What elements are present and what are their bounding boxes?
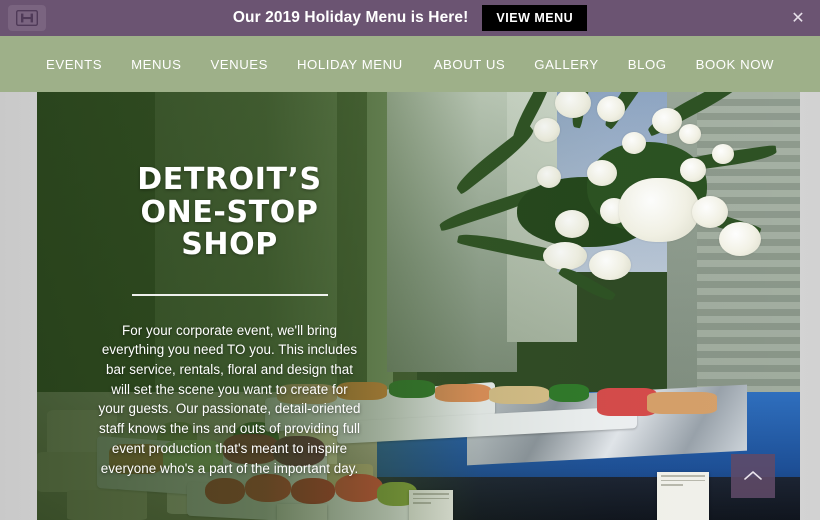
promo-content: Our 2019 Holiday Menu is Here! VIEW MENU [232,5,588,31]
nav-item-venues[interactable]: VENUES [210,57,268,72]
chevron-up-icon [744,471,762,480]
nav-links-right: ABOUT US GALLERY BLOG BOOK NOW [434,57,774,72]
hero-section: DETROIT’S ONE-STOP SHOP For your corpora… [37,92,800,520]
hero-paragraph: For your corporate event, we'll bring ev… [98,322,361,476]
nav-item-menus[interactable]: MENUS [131,57,181,72]
close-icon[interactable]: ✕ [786,0,810,36]
promo-message: Our 2019 Holiday Menu is Here! [232,9,469,26]
hero-title: DETROIT’S ONE-STOP SHOP [137,162,322,263]
nav-item-book-now[interactable]: BOOK NOW [696,57,774,72]
nav-links-left: EVENTS MENUS VENUES HOLIDAY MENU [46,57,403,72]
promo-banner: Our 2019 Holiday Menu is Here! VIEW MENU… [0,0,820,36]
nav-item-gallery[interactable]: GALLERY [534,57,598,72]
scroll-to-top-button[interactable] [731,454,775,498]
nav-item-blog[interactable]: BLOG [628,57,667,72]
hero-divider [131,294,328,296]
nav-item-holiday-menu[interactable]: HOLIDAY MENU [297,57,403,72]
hero-content: DETROIT’S ONE-STOP SHOP For your corpora… [97,162,362,478]
h-monogram-icon[interactable] [8,5,46,31]
main-navigation: EVENTS MENUS VENUES HOLIDAY MENU ABOUT U… [0,36,820,92]
nav-item-about-us[interactable]: ABOUT US [434,57,506,72]
view-menu-button[interactable]: VIEW MENU [482,5,588,31]
browser-page: DETROIT’S ONE-STOP SHOP For your corpora… [0,0,820,520]
nav-item-events[interactable]: EVENTS [46,57,102,72]
